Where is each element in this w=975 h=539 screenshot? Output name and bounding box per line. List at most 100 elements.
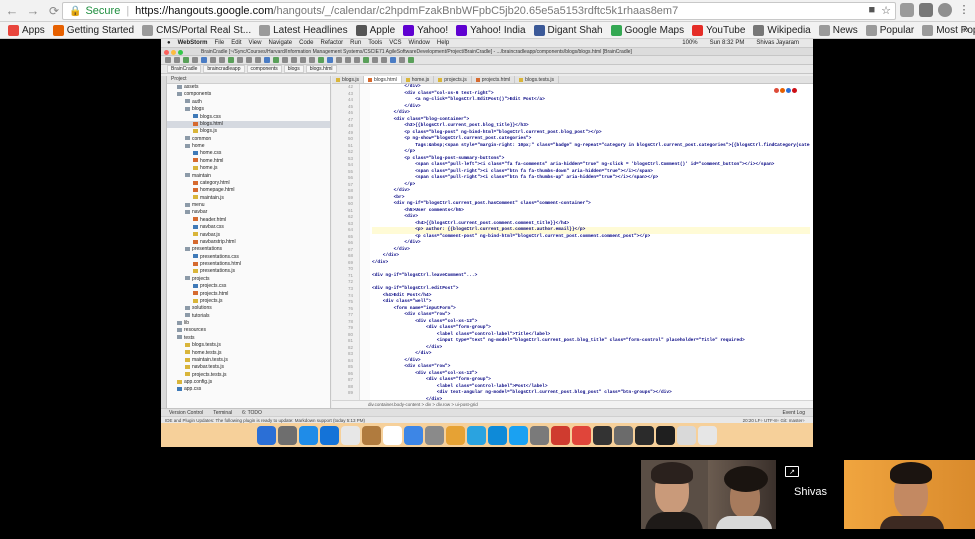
tree-item[interactable]: homepage.html: [167, 187, 330, 194]
extension-icon[interactable]: [900, 3, 914, 17]
forward-arrow-icon[interactable]: →: [24, 2, 42, 20]
toolbar-icon[interactable]: [183, 57, 189, 63]
toolbar-icon[interactable]: [201, 57, 207, 63]
bookmark-item[interactable]: News: [818, 24, 858, 36]
toolbar-icon[interactable]: [165, 57, 171, 63]
editor-tab[interactable]: blogs.js: [332, 76, 364, 83]
nav-crumb[interactable]: braincradleapp: [203, 65, 245, 73]
tree-item[interactable]: navbar.tests.js: [167, 364, 330, 371]
tree-item[interactable]: app.config.js: [167, 379, 330, 386]
dock-app-icon[interactable]: [530, 425, 549, 445]
code-area[interactable]: </div> <div class="col-xs-6 text-right">…: [372, 84, 810, 400]
tool-tab-terminal[interactable]: Terminal: [213, 409, 232, 416]
bookmark-item[interactable]: Google Maps: [610, 24, 684, 36]
extension-icon[interactable]: [938, 3, 952, 17]
tree-item[interactable]: presentations: [167, 246, 330, 253]
tree-item[interactable]: resources: [167, 327, 330, 334]
menu-icon[interactable]: ⋮: [957, 3, 971, 17]
bookmark-item[interactable]: CMS/Portal Real St...: [142, 24, 251, 36]
dock-app-icon[interactable]: [614, 425, 633, 445]
tree-item[interactable]: home.tests.js: [167, 350, 330, 357]
tree-item[interactable]: auth: [167, 99, 330, 106]
mac-menu-item[interactable]: Refactor: [320, 40, 343, 46]
project-panel-header[interactable]: Project: [167, 76, 330, 84]
bookmark-item[interactable]: Apple: [355, 24, 395, 36]
bookmark-item[interactable]: Digant Shah: [533, 24, 603, 36]
dock-app-icon[interactable]: [341, 425, 360, 445]
extension-icon[interactable]: [919, 3, 933, 17]
toolbar-icon[interactable]: [219, 57, 225, 63]
minimize-dot-icon[interactable]: [171, 50, 176, 55]
dock-app-icon[interactable]: [593, 425, 612, 445]
toolbar-icon[interactable]: [273, 57, 279, 63]
dock-app-icon[interactable]: [488, 425, 507, 445]
dock-app-icon[interactable]: [404, 425, 423, 445]
mac-menu-item[interactable]: Navigate: [268, 40, 292, 46]
toolbar-icon[interactable]: [174, 57, 180, 63]
tree-item[interactable]: presentations.html: [167, 261, 330, 268]
address-bar[interactable]: 🔒 Secure | https://hangouts.google.com /…: [62, 2, 896, 20]
presenter-tile[interactable]: ↗ Shivas: [776, 460, 844, 529]
toolbar-icon[interactable]: [408, 57, 414, 63]
tree-item[interactable]: common: [167, 136, 330, 143]
editor-breadcrumb[interactable]: div.container.body-content > div > div.r…: [332, 400, 813, 408]
dock-app-icon[interactable]: [467, 425, 486, 445]
toolbar-icon[interactable]: [399, 57, 405, 63]
tree-item[interactable]: navbar.css: [167, 224, 330, 231]
editor-tab[interactable]: projects.html: [472, 76, 516, 83]
toolbar-icon[interactable]: [345, 57, 351, 63]
mac-menu-item[interactable]: WebStorm: [178, 40, 208, 46]
nav-crumb[interactable]: blogs: [283, 65, 304, 73]
dock-app-icon[interactable]: [635, 425, 654, 445]
tree-item[interactable]: presentations.css: [167, 254, 330, 261]
bookmark-item[interactable]: Apps: [8, 24, 45, 36]
zoom-dot-icon[interactable]: [178, 50, 183, 55]
tree-item[interactable]: app.css: [167, 386, 330, 393]
toolbar-icon[interactable]: [228, 57, 234, 63]
toolbar-icon[interactable]: [192, 57, 198, 63]
tree-item[interactable]: menu: [167, 202, 330, 209]
dock-app-icon[interactable]: [551, 425, 570, 445]
bookmark-item[interactable]: Popular: [865, 24, 914, 36]
toolbar-icon[interactable]: [246, 57, 252, 63]
tree-item[interactable]: presentations.js: [167, 268, 330, 275]
tree-item[interactable]: blogs.tests.js: [167, 342, 330, 349]
dock-app-icon[interactable]: [677, 425, 696, 445]
opera-icon[interactable]: [792, 88, 797, 93]
tree-item[interactable]: blogs.css: [167, 114, 330, 121]
mac-menu-item[interactable]: Edit: [231, 40, 241, 46]
tree-item[interactable]: blogs.js: [167, 128, 330, 135]
tree-item[interactable]: navbar: [167, 209, 330, 216]
bookmark-item[interactable]: YouTube: [692, 24, 745, 36]
mac-menu-item[interactable]: View: [249, 40, 262, 46]
dock-app-icon[interactable]: [257, 425, 276, 445]
mac-menu-item[interactable]: Help: [437, 40, 449, 46]
dock-app-icon[interactable]: [299, 425, 318, 445]
toolbar-icon[interactable]: [390, 57, 396, 63]
toolbar-icon[interactable]: [309, 57, 315, 63]
toolbar-icon[interactable]: [381, 57, 387, 63]
mac-menu-item[interactable]: Tools: [368, 40, 382, 46]
tool-tab-version-control[interactable]: Version Control: [169, 409, 203, 416]
mac-menu-item[interactable]: Run: [350, 40, 361, 46]
dock-app-icon[interactable]: [698, 425, 717, 445]
toolbar-icon[interactable]: [327, 57, 333, 63]
tree-item[interactable]: projects.tests.js: [167, 372, 330, 379]
toolbar-icon[interactable]: [210, 57, 216, 63]
toolbar-icon[interactable]: [255, 57, 261, 63]
dock-app-icon[interactable]: [383, 425, 402, 445]
tree-item[interactable]: blogs.html: [167, 120, 330, 129]
tree-item[interactable]: maintain.js: [167, 195, 330, 202]
toolbar-icon[interactable]: [264, 57, 270, 63]
participant-video[interactable]: [708, 460, 776, 529]
tree-item[interactable]: assets: [167, 84, 330, 91]
tree-item[interactable]: tests: [167, 335, 330, 342]
close-dot-icon[interactable]: [164, 50, 169, 55]
tree-item[interactable]: tutorials: [167, 313, 330, 320]
mac-menu-item[interactable]: Code: [299, 40, 313, 46]
camera-icon[interactable]: ■: [868, 4, 875, 17]
apple-menu-icon[interactable]: ●: [167, 40, 171, 46]
bookmarks-overflow-icon[interactable]: »: [963, 24, 969, 36]
toolbar-icon[interactable]: [336, 57, 342, 63]
toolbar-icon[interactable]: [282, 57, 288, 63]
